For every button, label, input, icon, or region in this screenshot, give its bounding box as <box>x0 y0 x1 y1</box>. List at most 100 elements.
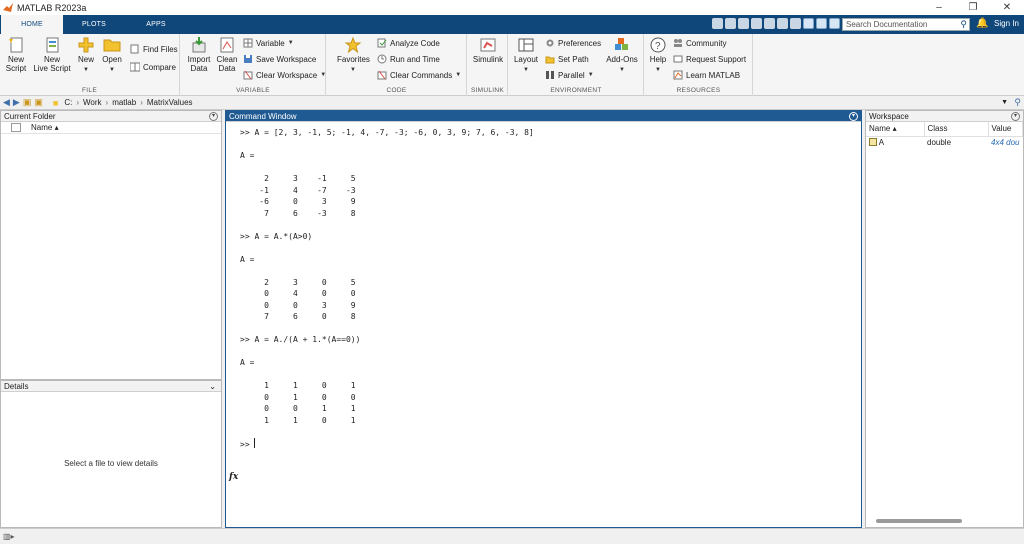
clear-workspace-button[interactable]: Clear Workspace ▼ <box>243 70 326 80</box>
breadcrumb-drive[interactable]: C: <box>64 98 72 107</box>
help-icon[interactable] <box>803 18 814 29</box>
group-file: New Script New Live Script New ▼ Open ▼ Find… <box>0 34 180 96</box>
help-button[interactable]: ? Help ▼ <box>647 37 669 75</box>
browse-folder-icon[interactable]: ▣ <box>34 97 43 108</box>
command-window-output[interactable]: >> A = [2, 3, -1, 5; -1, 4, -7, -3; -6, … <box>226 123 861 527</box>
command-line: A = <box>240 151 255 160</box>
panel-menu-icon[interactable]: ▾ <box>849 112 858 121</box>
preferences-button[interactable]: Preferences <box>545 38 601 48</box>
help-question-icon: ? <box>650 37 666 53</box>
run-and-time-button[interactable]: Run and Time <box>377 54 440 64</box>
paste-icon[interactable] <box>751 18 762 29</box>
breadcrumb-work[interactable]: Work <box>83 98 102 107</box>
horizontal-scrollbar[interactable] <box>876 519 962 523</box>
new-live-script-button[interactable]: New Live Script <box>32 37 72 73</box>
copy-icon[interactable] <box>738 18 749 29</box>
group-simulink: Simulink SIMULINK <box>468 34 508 96</box>
cut-icon[interactable] <box>725 18 736 29</box>
command-window-panel[interactable]: Command Window ▾ >> A = [2, 3, -1, 5; -1… <box>225 110 862 528</box>
chevron-down-icon: ▼ <box>619 67 625 73</box>
redo-icon[interactable] <box>777 18 788 29</box>
open-button[interactable]: Open ▼ <box>100 37 124 75</box>
set-path-button[interactable]: Set Path <box>545 54 589 64</box>
group-variable: Import Data Clean Data Variable ▼ Save Work… <box>181 34 326 96</box>
variable-dropdown[interactable]: Variable ▼ <box>243 38 294 48</box>
minimize-button[interactable]: – <box>922 0 956 15</box>
tab-plots[interactable]: PLOTS <box>63 15 125 34</box>
simulink-button[interactable]: Simulink <box>471 37 505 64</box>
tab-home[interactable]: HOME <box>1 15 63 34</box>
file-type-column-icon <box>11 123 21 132</box>
find-files-button[interactable]: Find Files <box>130 44 178 54</box>
undo-icon[interactable] <box>764 18 775 29</box>
save-icon[interactable] <box>712 18 723 29</box>
group-environment: Layout ▼ Preferences Set Path Parallel ▼ A… <box>509 34 644 96</box>
add-ons-button[interactable]: Add-Ons ▼ <box>605 37 639 75</box>
up-folder-icon[interactable]: ▣ <box>23 97 32 108</box>
add-ons-icon <box>615 38 628 50</box>
close-button[interactable]: ✕ <box>990 0 1024 15</box>
address-search-icon[interactable]: ⚲ <box>1014 97 1021 108</box>
matlab-logo-icon <box>3 2 13 12</box>
new-script-icon <box>9 37 23 53</box>
expand-icon[interactable] <box>829 18 840 29</box>
workspace-col-class[interactable]: Class <box>924 122 989 137</box>
tab-apps[interactable]: APPS <box>125 15 187 34</box>
group-label-file: FILE <box>82 87 97 94</box>
command-line: 0 0 1 1 <box>240 404 356 413</box>
current-folder-header: Current Folder ▾ <box>1 111 221 122</box>
workspace-col-name[interactable]: Name ▴ <box>866 122 925 137</box>
command-line: 1 1 0 1 <box>240 381 356 390</box>
breadcrumb-matrixvalues[interactable]: MatrixValues <box>147 98 193 107</box>
collapse-chevron-icon[interactable]: ⌄ <box>209 381 216 392</box>
chevron-down-icon: ▼ <box>587 72 594 78</box>
chevron-right-icon: › <box>105 98 109 107</box>
new-script-button[interactable]: New Script <box>3 37 29 73</box>
panel-menu-icon[interactable]: ▾ <box>1011 112 1020 121</box>
notification-bell-icon[interactable]: 🔔 <box>976 18 988 29</box>
clean-data-button[interactable]: Clean Data <box>215 37 239 73</box>
forward-arrow-icon[interactable]: ▶ <box>13 97 20 108</box>
command-window-header: Command Window ▾ <box>226 111 861 122</box>
save-workspace-icon <box>244 55 252 63</box>
favorites-button[interactable]: Favorites ▼ <box>337 37 370 75</box>
table-row[interactable]: A double 4x4 dou <box>866 136 1023 148</box>
maximize-button[interactable]: ❐ <box>956 0 990 15</box>
breadcrumb-matlab[interactable]: matlab <box>112 98 136 107</box>
layout-button[interactable]: Layout ▼ <box>513 37 539 75</box>
command-line: 0 1 0 0 <box>240 392 356 402</box>
community-icon <box>674 39 682 47</box>
new-button[interactable]: New ▼ <box>76 37 96 75</box>
panel-menu-icon[interactable]: ▾ <box>209 112 218 121</box>
command-line: A = <box>240 358 255 367</box>
request-support-button[interactable]: Request Support <box>673 54 746 64</box>
parallel-dropdown[interactable]: Parallel ▼ <box>545 70 594 80</box>
community-icon[interactable] <box>816 18 827 29</box>
function-browser-icon[interactable]: fx <box>229 472 238 482</box>
chevron-down-icon: ▼ <box>523 67 529 73</box>
back-arrow-icon[interactable]: ◀ <box>3 97 10 108</box>
analyze-code-button[interactable]: Analyze Code <box>377 38 440 48</box>
workspace-var-name[interactable]: A <box>866 136 924 148</box>
address-dropdown-icon[interactable]: ▼ <box>1001 99 1008 106</box>
workspace-header: Workspace ▾ <box>866 111 1023 122</box>
switch-windows-icon[interactable] <box>790 18 801 29</box>
search-documentation-input[interactable]: Search Documentation ⚲ <box>842 18 970 31</box>
name-column-header[interactable]: Name ▴ <box>31 123 59 132</box>
compare-button[interactable]: Compare <box>130 62 176 72</box>
command-line <box>240 346 861 358</box>
command-line: -1 4 -7 -3 <box>240 185 356 195</box>
import-data-button[interactable]: Import Data <box>185 37 213 73</box>
sign-in-link[interactable]: Sign In <box>994 19 1019 28</box>
clear-commands-button[interactable]: Clear Commands ▼ <box>377 70 461 80</box>
community-button[interactable]: Community <box>673 38 726 48</box>
command-line: >> A = [2, 3, -1, 5; -1, 4, -7, -3; -6, … <box>240 128 534 137</box>
learn-matlab-button[interactable]: Learn MATLAB <box>673 70 740 80</box>
svg-text:?: ? <box>655 41 661 52</box>
search-icon[interactable]: ⚲ <box>960 19 967 30</box>
save-workspace-button[interactable]: Save Workspace <box>243 54 316 64</box>
matlab-app: MATLAB R2023a – ❐ ✕ HOME PLOTS APPS Sear… <box>0 0 1024 544</box>
toolstrip-ribbon: New Script New Live Script New ▼ Open ▼ Find… <box>0 34 1024 96</box>
analyze-code-icon <box>377 38 387 48</box>
workspace-col-value[interactable]: Value <box>988 122 1023 137</box>
